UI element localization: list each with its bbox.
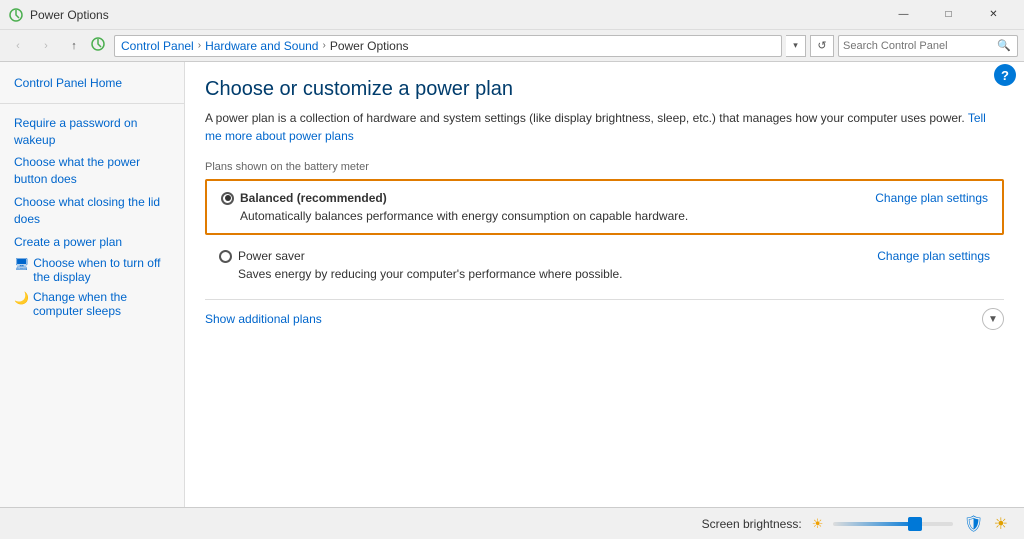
plan-balanced-name: Balanced (recommended) [240,191,387,205]
brightness-slider-thumb[interactable] [908,517,922,531]
window-controls: — □ ✕ [881,0,1016,30]
show-additional-plans[interactable]: Show additional plans ▼ [205,299,1004,338]
refresh-button[interactable]: ↺ [810,35,834,57]
show-additional-link[interactable]: Show additional plans [205,312,322,326]
breadcrumb-control-panel[interactable]: Control Panel [121,39,194,53]
back-button[interactable]: ‹ [6,34,30,58]
forward-button[interactable]: › [34,34,58,58]
search-button[interactable]: 🔍 [995,37,1013,55]
search-input[interactable] [843,40,995,52]
plan-balanced-change-link[interactable]: Change plan settings [875,191,988,205]
sun-dim-icon: ☀ [812,516,824,532]
sidebar-item-turn-off-display[interactable]: 🖥 Choose when to turn off the display [0,253,184,287]
sidebar-item-create-plan[interactable]: Create a power plan [0,231,184,254]
main-window: Control Panel Home Require a password on… [0,62,1024,539]
close-button[interactable]: ✕ [971,0,1016,30]
sun-bright-icon: ☀ [994,514,1008,534]
learn-more-link[interactable]: Tell me more about power plans [205,111,986,143]
sidebar-item-closing-lid[interactable]: Choose what closing the lid does [0,191,184,231]
brightness-slider-container [833,522,953,526]
plan-power-saver-name: Power saver [238,249,305,263]
breadcrumb-hardware[interactable]: Hardware and Sound [205,39,318,53]
titlebar: Power Options — □ ✕ [0,0,1024,30]
minimize-button[interactable]: — [881,0,926,30]
monitor-icon: 🖥 [14,257,29,271]
sidebar-item-control-panel-home[interactable]: Control Panel Home [0,72,184,95]
help-button[interactable]: ? [994,64,1016,86]
section-label: Plans shown on the battery meter [205,161,1004,173]
plan-balanced-label[interactable]: Balanced (recommended) [221,191,387,205]
content-area: Choose or customize a power plan A power… [185,62,1024,539]
breadcrumb-current: Power Options [330,39,409,53]
breadcrumb-dropdown[interactable]: ▾ [786,35,806,57]
plan-power-saver-radio[interactable] [219,250,232,263]
addressbar: ‹ › ↑ Control Panel › Hardware and Sound… [0,30,1024,62]
search-box: 🔍 [838,35,1018,57]
plan-balanced-radio[interactable] [221,192,234,205]
app-icon [8,7,24,23]
breadcrumb-sep-1: › [198,40,201,51]
plan-power-saver-change-link[interactable]: Change plan settings [877,249,990,263]
plan-power-saver-header: Power saver Change plan settings [219,249,990,263]
plan-power-saver-label[interactable]: Power saver [219,249,305,263]
up-button[interactable]: ↑ [62,34,86,58]
sidebar: Control Panel Home Require a password on… [0,62,185,539]
moon-icon: 🌙 [14,291,29,305]
window-title: Power Options [30,8,881,22]
location-icon [90,36,106,52]
shield-icon: 🛡 [963,514,983,534]
sidebar-item-computer-sleeps[interactable]: 🌙 Change when the computer sleeps [0,287,184,321]
plan-power-saver-card: Power saver Change plan settings Saves e… [205,241,1004,289]
plan-power-saver-desc: Saves energy by reducing your computer's… [238,267,990,281]
brightness-label: Screen brightness: [702,517,802,531]
plan-balanced-desc: Automatically balances performance with … [240,209,988,223]
breadcrumb: Control Panel › Hardware and Sound › Pow… [114,35,782,57]
maximize-button[interactable]: □ [926,0,971,30]
breadcrumb-sep-2: › [322,40,325,51]
sidebar-item-power-button[interactable]: Choose what the power button does [0,151,184,191]
page-title: Choose or customize a power plan [205,78,1004,101]
bottom-bar: Screen brightness: ☀ 🛡 ☀ [0,507,1024,539]
chevron-down-icon: ▼ [982,308,1004,330]
sidebar-item-require-password[interactable]: Require a password on wakeup [0,112,184,152]
brightness-slider-track [833,522,953,526]
plan-balanced-header: Balanced (recommended) Change plan setti… [221,191,988,205]
plan-balanced-card: Balanced (recommended) Change plan setti… [205,179,1004,235]
intro-text: A power plan is a collection of hardware… [205,109,1004,145]
